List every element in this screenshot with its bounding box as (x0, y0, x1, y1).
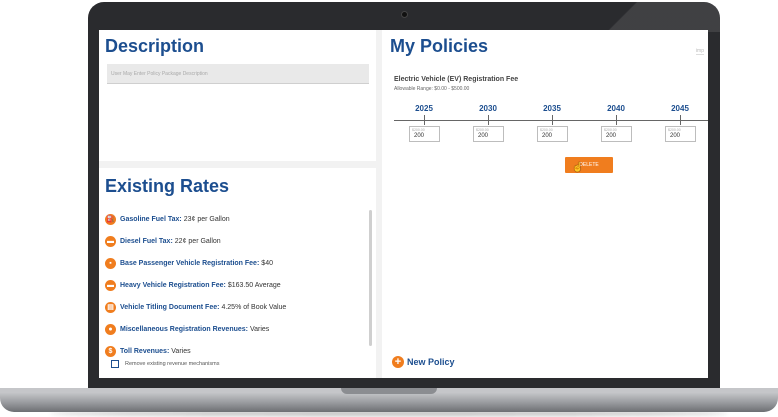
min-label: $200.00 (668, 128, 681, 132)
min-label: $200.00 (604, 128, 617, 132)
rate-value: $40 (261, 259, 273, 267)
heavy-vehicle-icon: ▬ (105, 279, 116, 291)
year-label: 2025 (415, 104, 433, 113)
value-input-2035[interactable]: $200.00 200 (537, 126, 568, 142)
timeline-tick (488, 115, 489, 125)
fuel-pump-icon: ⛽ (105, 213, 116, 225)
my-policies-panel: My Policies imp Electric Vehicle (EV) Re… (382, 30, 708, 378)
year-label: 2045 (671, 104, 689, 113)
rate-value: 22¢ per Gallon (174, 237, 221, 245)
rate-value: 23¢ per Gallon (183, 215, 230, 223)
rate-value: $163.50 Average (227, 281, 281, 289)
value-input-2025[interactable]: $200.00 200 (409, 126, 440, 142)
new-policy-label: New Policy (407, 357, 455, 367)
rate-misc: ● Miscellaneous Registration Revenues: V… (105, 318, 365, 340)
year-label: 2030 (479, 104, 497, 113)
fee-title: Electric Vehicle (EV) Registration Fee (394, 76, 519, 83)
remove-existing-label: Remove existing revenue mechanisms (125, 361, 220, 367)
rate-base-passenger: ▪ Base Passenger Vehicle Registration Fe… (105, 252, 365, 274)
car-icon: ▪ (105, 257, 116, 269)
description-title: Description (105, 36, 205, 56)
rate-label: Vehicle Titling Document Fee: (120, 303, 220, 311)
min-label: $200.00 (540, 128, 553, 132)
value-input-2040[interactable]: $200.00 200 (601, 126, 632, 142)
import-input[interactable]: imp (695, 48, 704, 55)
value-input-2030[interactable]: $200.00 200 (473, 126, 504, 142)
min-label: $200.00 (476, 128, 489, 132)
rate-list: ⛽ Gasoline Fuel Tax: 23¢ per Gallon ▬ Di… (105, 208, 365, 362)
existing-rates-title: Existing Rates (105, 176, 230, 196)
timeline-tick (424, 115, 425, 125)
rate-toll: $ Toll Revenues: Varies (105, 340, 365, 362)
laptop-lid: Description User May Enter Policy Packag… (88, 2, 720, 390)
timeline-line (394, 120, 708, 121)
camera-icon (401, 11, 408, 18)
rate-titling: ▤ Vehicle Titling Document Fee: 4.25% of… (105, 296, 365, 318)
remove-existing-checkbox[interactable] (111, 360, 119, 368)
value-text: 200 (478, 133, 489, 139)
rate-label: Gasoline Fuel Tax: (120, 215, 182, 223)
description-panel: Description User May Enter Policy Packag… (99, 30, 376, 161)
rate-label: Heavy Vehicle Registration Fee: (120, 281, 226, 289)
existing-rates-panel: Existing Rates ⛽ Gasoline Fuel Tax: 23¢ … (99, 168, 376, 378)
plus-icon: + (392, 356, 404, 368)
rates-scrollbar[interactable] (369, 210, 372, 346)
hand-cursor-icon: ☝ (572, 162, 584, 172)
rate-value: Varies (249, 325, 270, 333)
value-text: 200 (670, 133, 681, 139)
min-label: $200.00 (412, 128, 425, 132)
rate-gasoline: ⛽ Gasoline Fuel Tax: 23¢ per Gallon (105, 208, 365, 230)
rate-label: Toll Revenues: (120, 347, 170, 355)
rate-value: Varies (171, 347, 191, 355)
value-text: 200 (542, 133, 553, 139)
truck-icon: ▬ (105, 235, 116, 247)
fee-range: Allowable Range: $0.00 - $500.00 (394, 86, 470, 92)
value-text: 200 (606, 133, 617, 139)
value-input-2045[interactable]: $200.00 200 (665, 126, 696, 142)
app-screen: Description User May Enter Policy Packag… (99, 30, 708, 378)
description-input[interactable]: User May Enter Policy Package Descriptio… (107, 64, 369, 84)
value-text: 200 (414, 133, 425, 139)
document-icon: ▤ (105, 301, 116, 313)
rate-diesel: ▬ Diesel Fuel Tax: 22¢ per Gallon (105, 230, 365, 252)
remove-existing-option[interactable]: Remove existing revenue mechanisms (111, 360, 219, 368)
coins-icon: ● (105, 323, 116, 335)
rate-value: 4.25% of Book Value (221, 303, 287, 311)
rate-label: Miscellaneous Registration Revenues: (120, 325, 248, 333)
base-notch (341, 388, 437, 394)
rate-label: Diesel Fuel Tax: (120, 237, 173, 245)
screen-glare (560, 2, 720, 32)
rate-label: Base Passenger Vehicle Registration Fee: (120, 259, 260, 267)
year-label: 2040 (607, 104, 625, 113)
timeline-tick (552, 115, 553, 125)
new-policy-button[interactable]: + New Policy (392, 356, 455, 368)
timeline-tick (616, 115, 617, 125)
my-policies-title: My Policies (390, 36, 489, 56)
toll-icon: $ (105, 345, 116, 357)
laptop-base (0, 388, 778, 412)
rate-heavy-vehicle: ▬ Heavy Vehicle Registration Fee: $163.5… (105, 274, 365, 296)
timeline-tick (680, 115, 681, 125)
year-label: 2035 (543, 104, 561, 113)
